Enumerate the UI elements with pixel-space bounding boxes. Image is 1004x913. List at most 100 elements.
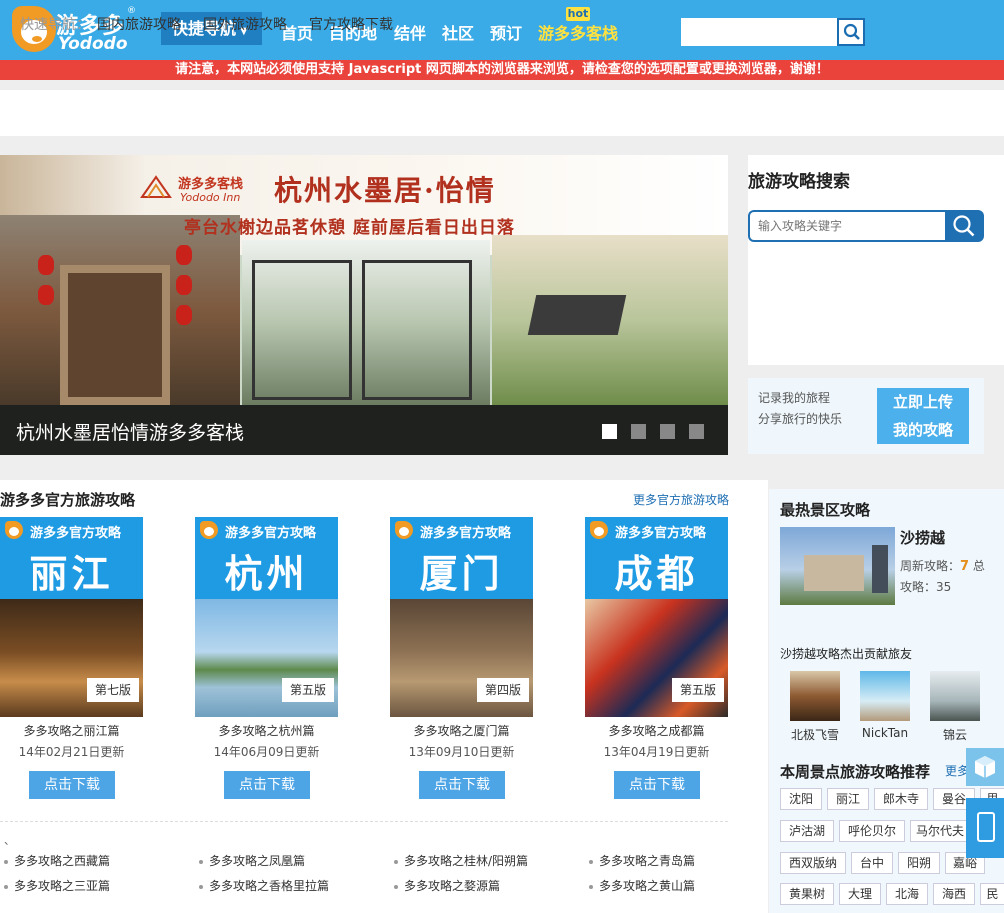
list-item[interactable]: 多多攻略之香格里拉篇 (199, 877, 329, 894)
mobile-phone-icon[interactable] (966, 798, 1004, 858)
banner-brand-cn: 游多多客栈 (178, 177, 244, 192)
banner-photo-gate (0, 215, 240, 405)
tag-item[interactable]: 西双版纳 (780, 852, 846, 874)
total-value: 35 (936, 580, 952, 594)
contributor-name[interactable]: 北极飞雪 (780, 726, 850, 743)
guide-card-hangzhou[interactable]: 游多多官方攻略 杭州 第五版 (195, 517, 338, 717)
banner-slideshow[interactable]: 游多多客栈 Yododo Inn 杭州水墨居·怡情 亭台水榭边品茗休憩 庭前屋后… (0, 155, 728, 455)
download-button-xiamen[interactable]: 点击下载 (419, 771, 505, 799)
list-item[interactable]: 多多攻略之桂林/阳朔篇 (394, 852, 528, 869)
card-label[interactable]: 多多攻略之成都篇 (585, 722, 728, 739)
card-city: 杭州 (224, 552, 309, 596)
header-search-button[interactable] (837, 18, 865, 46)
nav-booking[interactable]: 预订 (490, 20, 522, 44)
slide-dot-2[interactable] (631, 424, 646, 439)
guide-search-input[interactable] (748, 210, 948, 242)
avatar[interactable] (790, 671, 840, 721)
weekly-label: 周新攻略： (900, 559, 961, 573)
list-item[interactable]: 多多攻略之黄山篇 (589, 877, 695, 894)
avatar[interactable] (930, 671, 980, 721)
slide-dot-1[interactable] (602, 424, 617, 439)
search-icon (843, 23, 860, 40)
list-item[interactable]: 多多攻略之西藏篇 (4, 852, 110, 869)
hot-scenic-name[interactable]: 沙捞越 (900, 527, 945, 548)
card-header: 游多多官方攻略 (615, 526, 707, 541)
tag-item[interactable]: 呼伦贝尔 (839, 820, 905, 842)
card-date: 13年09月10日更新 (408, 745, 515, 759)
weekly-value: 7 (960, 559, 970, 574)
header-search-input[interactable] (681, 18, 837, 46)
tag-item[interactable]: 民 (980, 883, 1004, 905)
tag-item[interactable]: 沈阳 (780, 788, 822, 810)
card-label[interactable]: 多多攻略之厦门篇 (390, 722, 533, 739)
cube-icon (975, 756, 995, 778)
tag-item[interactable]: 泸沽湖 (780, 820, 834, 842)
banner-photo-glasshouse (242, 240, 490, 405)
upload-guide-button[interactable]: 立即上传 我的攻略 (877, 388, 969, 444)
quick-nav-bar (0, 90, 1004, 136)
guide-search-button[interactable] (945, 210, 984, 242)
hot-scenic-title: 最热景区攻略 (780, 501, 871, 519)
hot-badge: hot (566, 7, 590, 21)
list-item[interactable]: 多多攻略之婺源篇 (394, 877, 500, 894)
contributor-name[interactable]: 锦云 (920, 726, 990, 743)
list-item[interactable]: 多多攻略之青岛篇 (589, 852, 695, 869)
slide-dot-3[interactable] (660, 424, 675, 439)
contributor-name[interactable]: NickTan (850, 726, 920, 740)
download-button-hangzhou[interactable]: 点击下载 (224, 771, 310, 799)
quick-nav-bar-label: 快速导航： (20, 17, 90, 33)
upload-promo-line2: 分享旅行的快乐 (758, 412, 843, 426)
card-date: 14年06月09日更新 (213, 745, 320, 759)
card-date: 14年02月21日更新 (18, 745, 125, 759)
quick-link-official-download[interactable]: 官方攻略下载 (309, 14, 393, 34)
upload-button-line1: 立即上传 (892, 393, 953, 411)
quick-link-domestic[interactable]: 国内旅游攻略 (97, 14, 181, 34)
upload-promo-line1: 记录我的旅程 (758, 391, 831, 405)
javascript-warning: 请注意，本网站必须使用支持 Javascript 网页脚本的浏览器来浏览，请检查… (0, 60, 1004, 80)
card-city: 厦门 (419, 552, 504, 596)
weekly-guides-stat: 周新攻略：7 总 (900, 557, 985, 574)
card-header: 游多多官方攻略 (420, 526, 512, 541)
guide-card-xiamen[interactable]: 游多多官方攻略 厦门 第四版 (390, 517, 533, 717)
hot-scenic-photo[interactable] (780, 527, 895, 605)
tag-item[interactable]: 黄果树 (780, 883, 834, 905)
logo-text-en: Yododo (58, 34, 128, 54)
card-city: 成都 (614, 552, 699, 596)
inn-logo-icon (140, 173, 172, 199)
card-date: 13年04月19日更新 (603, 745, 710, 759)
official-guides-more-link[interactable]: 更多官方旅游攻略 (633, 491, 729, 508)
card-label[interactable]: 多多攻略之丽江篇 (0, 722, 143, 739)
tag-item[interactable]: 海西 (933, 883, 975, 905)
mascot-icon (200, 521, 218, 539)
mascot-icon (395, 521, 413, 539)
card-label[interactable]: 多多攻略之杭州篇 (195, 722, 338, 739)
nav-inn[interactable]: 游多多客栈 (538, 20, 618, 44)
list-marker: 、 (4, 834, 15, 847)
card-edition: 第五版 (672, 678, 724, 702)
tag-item[interactable]: 马尔代夫 (910, 820, 970, 842)
total-suffix: 总 (972, 559, 985, 573)
card-header: 游多多官方攻略 (225, 526, 317, 541)
official-guides-title: 游多多官方旅游攻略 (0, 491, 136, 509)
tag-item[interactable]: 大理 (839, 883, 881, 905)
download-button-chengdu[interactable]: 点击下载 (614, 771, 700, 799)
card-city: 丽江 (29, 552, 114, 596)
quick-link-overseas[interactable]: 国外旅游攻略 (203, 14, 287, 34)
guide-card-chengdu[interactable]: 游多多官方攻略 成都 第五版 (585, 517, 728, 717)
download-button-lijiang[interactable]: 点击下载 (29, 771, 115, 799)
guide-card-lijiang[interactable]: 游多多官方攻略 丽江 第七版 (0, 517, 143, 717)
float-cube-button[interactable] (966, 748, 1004, 786)
nav-community[interactable]: 社区 (442, 20, 474, 44)
nav-partner[interactable]: 结伴 (394, 20, 426, 44)
tag-item[interactable]: 北海 (886, 883, 928, 905)
tag-item[interactable]: 丽江 (827, 788, 869, 810)
avatar[interactable] (860, 671, 910, 721)
mascot-icon (590, 521, 608, 539)
list-item[interactable]: 多多攻略之三亚篇 (4, 877, 110, 894)
slide-dot-4[interactable] (689, 424, 704, 439)
tag-item[interactable]: 郎木寺 (874, 788, 928, 810)
list-item[interactable]: 多多攻略之凤凰篇 (199, 852, 305, 869)
tag-item[interactable]: 台中 (851, 852, 893, 874)
tag-item[interactable]: 阳朔 (898, 852, 940, 874)
banner-caption[interactable]: 杭州水墨居怡情游多多客栈 (16, 418, 244, 445)
